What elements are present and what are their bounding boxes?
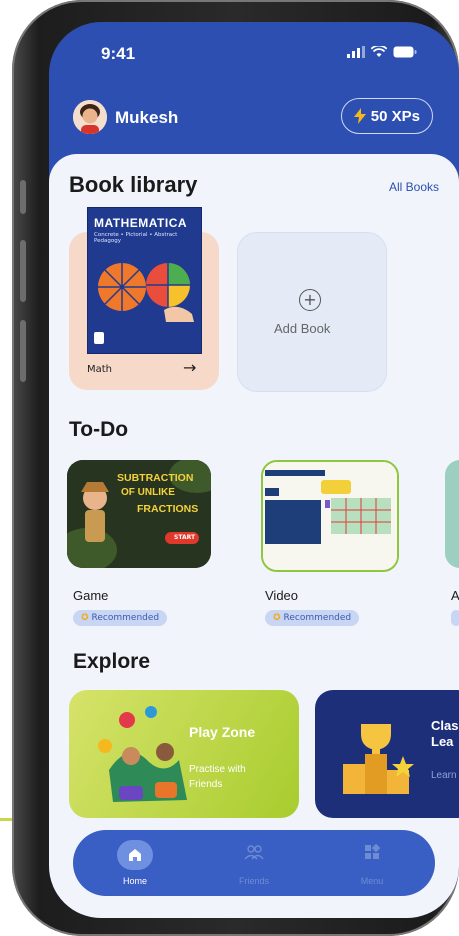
add-book-label: Add Book bbox=[274, 321, 331, 336]
add-book-card[interactable]: + Add Book bbox=[237, 232, 387, 392]
menu-icon bbox=[365, 844, 380, 859]
classroom-title-line2: Lea bbox=[431, 734, 454, 749]
main-content: Book library All Books MATHEMATICA Concr… bbox=[49, 154, 459, 918]
volume-down-button bbox=[20, 320, 26, 382]
phone-screen: 9:41 Mukesh 50 XPs Book library All Book… bbox=[49, 22, 459, 918]
todo-label-third: A bbox=[451, 588, 459, 603]
tab-friends[interactable]: Friends bbox=[214, 830, 294, 896]
publisher-logo bbox=[94, 332, 104, 344]
home-tab-pill bbox=[117, 840, 153, 870]
signal-icon bbox=[347, 46, 365, 58]
todo-title: To-Do bbox=[69, 418, 129, 441]
status-bar: 9:41 bbox=[49, 22, 459, 92]
game-title-line2: OF UNLIKE bbox=[121, 487, 175, 498]
todo-card-video[interactable] bbox=[261, 460, 399, 572]
classroom-title-line1: Clas bbox=[431, 718, 459, 733]
recommended-label: Recommended bbox=[91, 613, 160, 623]
recommended-badge bbox=[451, 610, 459, 626]
stage: 9:41 Mukesh 50 XPs Book library All Book… bbox=[0, 0, 459, 936]
star-badge-icon: ✪ bbox=[81, 613, 89, 623]
volume-up-button bbox=[20, 240, 26, 302]
app-header: Mukesh 50 XPs bbox=[49, 92, 459, 148]
star-badge-icon: ✪ bbox=[273, 613, 281, 623]
play-zone-title: Play Zone bbox=[189, 724, 256, 740]
friends-icon bbox=[244, 845, 264, 860]
video-thumbnail bbox=[263, 462, 397, 568]
username: Mukesh bbox=[115, 108, 179, 127]
plus-circle-icon: + bbox=[299, 289, 321, 311]
recommended-badge: ✪ Recommended bbox=[73, 610, 168, 626]
book-label: Math bbox=[87, 364, 113, 375]
battery-icon bbox=[393, 46, 417, 58]
tab-menu-label: Menu bbox=[360, 876, 384, 886]
lightning-icon bbox=[353, 108, 366, 124]
mute-switch bbox=[20, 180, 26, 214]
home-icon bbox=[129, 849, 141, 861]
recommended-label: Recommended bbox=[283, 613, 352, 623]
book-cover[interactable]: MATHEMATICA Concrete • Pictorial • Abstr… bbox=[87, 207, 202, 354]
tab-menu[interactable]: Menu bbox=[332, 830, 412, 896]
fraction-wheels-illustration bbox=[98, 263, 194, 322]
game-title-line1: SUBTRACTION bbox=[117, 472, 194, 484]
play-zone-illustration bbox=[98, 706, 187, 802]
phone-frame: 9:41 Mukesh 50 XPs Book library All Book… bbox=[12, 0, 459, 936]
avatar[interactable] bbox=[73, 100, 107, 134]
book-cover-subtitle: Concrete • Pictorial • Abstract Pedagogy bbox=[94, 232, 178, 244]
book-library-title: Book library bbox=[69, 172, 198, 197]
classroom-subtitle: Learn bbox=[431, 770, 457, 781]
game-title-line3: FRACTIONS bbox=[137, 503, 199, 515]
avatar-image bbox=[73, 100, 107, 134]
book-cover-title: MATHEMATICA bbox=[94, 216, 188, 230]
arrow-right-icon[interactable]: → bbox=[183, 358, 196, 377]
tab-home[interactable]: Home bbox=[95, 830, 175, 896]
play-zone-subtitle: Practise with Friends bbox=[189, 764, 246, 790]
wifi-icon bbox=[371, 46, 387, 57]
status-icons bbox=[347, 46, 417, 58]
xp-badge[interactable]: 50 XPs bbox=[340, 98, 433, 134]
status-time: 9:41 bbox=[101, 44, 136, 63]
todo-card-game[interactable]: SUBTRACTION OF UNLIKE FRACTIONS START bbox=[67, 460, 211, 568]
todo-card-third[interactable] bbox=[445, 460, 459, 568]
todo-label-game: Game bbox=[73, 588, 109, 603]
trophy-illustration bbox=[343, 724, 414, 794]
recommended-badge: ✪ Recommended bbox=[265, 610, 360, 626]
todo-label-video: Video bbox=[265, 588, 299, 603]
tab-home-label: Home bbox=[122, 876, 147, 886]
game-start-button: START bbox=[174, 534, 196, 541]
explore-title: Explore bbox=[73, 650, 151, 673]
all-books-link[interactable]: All Books bbox=[389, 180, 439, 194]
xp-label: 50 XPs bbox=[370, 107, 420, 125]
explore-card-play-zone[interactable]: Play Zone Practise with Friends bbox=[69, 690, 299, 818]
bottom-tab-bar: Home Friends Menu bbox=[73, 830, 435, 896]
explore-card-classroom[interactable]: Clas Lea Learn bbox=[315, 690, 459, 818]
tab-friends-label: Friends bbox=[238, 876, 269, 886]
